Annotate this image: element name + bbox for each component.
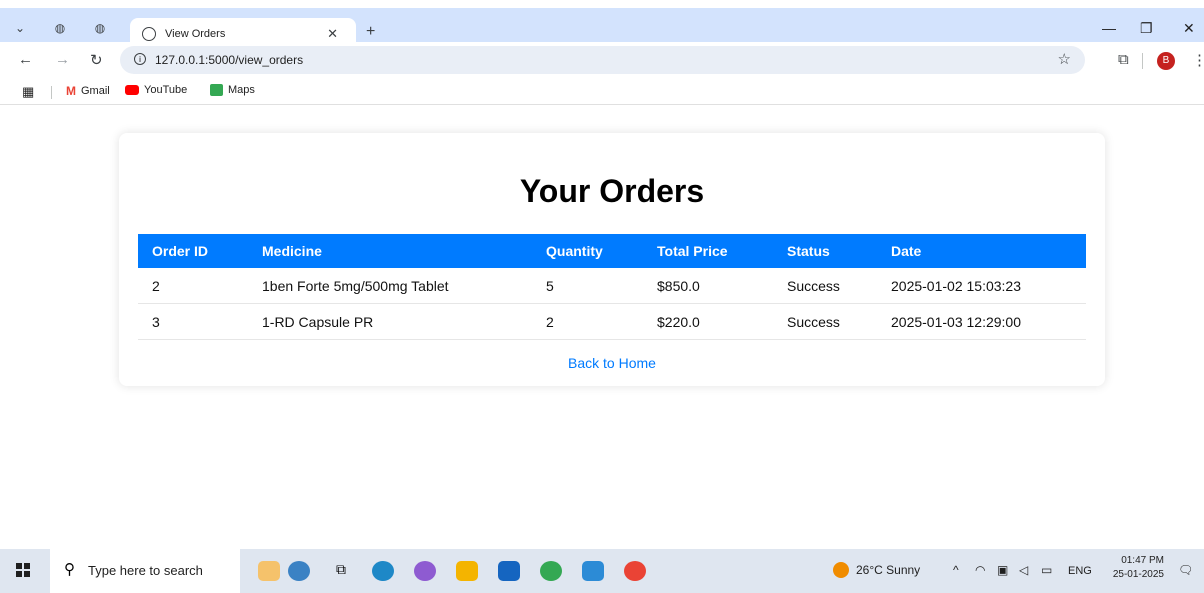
- taskbar-search-box[interactable]: ⚲ Type here to search: [50, 549, 240, 593]
- show-hidden-icons-icon[interactable]: ^: [953, 563, 959, 577]
- minimize-icon[interactable]: —: [1102, 20, 1116, 36]
- bookmark-youtube[interactable]: YouTube: [125, 84, 187, 96]
- weather-text[interactable]: 26°C Sunny: [856, 563, 920, 577]
- medicine-cell: 1ben Forte 5mg/500mg Tablet: [248, 268, 532, 304]
- new-tab-icon[interactable]: +: [366, 23, 375, 41]
- medicine-cell: 1-RD Capsule PR: [248, 303, 532, 340]
- bookmarks-bar: ▦ M Gmail YouTube Maps: [0, 80, 1204, 105]
- maps-icon: [210, 84, 223, 96]
- tab-title: View Orders: [165, 28, 226, 40]
- gmail-icon: M: [66, 84, 76, 98]
- taskbar-clock[interactable]: 01:47 PM 25-01-2025: [1113, 554, 1164, 582]
- file-explorer-widget-icon[interactable]: [258, 561, 280, 581]
- search-icon: ⚲: [64, 561, 75, 578]
- order-id-cell: 3: [138, 303, 248, 340]
- total-price-cell: $850.0: [643, 268, 773, 304]
- toolbar-divider: [1142, 53, 1143, 69]
- forward-arrow-icon[interactable]: →: [55, 51, 70, 68]
- column-header: Medicine: [248, 234, 532, 268]
- chrome-icon[interactable]: [540, 561, 562, 581]
- profile-avatar[interactable]: B: [1157, 52, 1175, 70]
- network-icon[interactable]: ◠: [975, 563, 985, 577]
- page-title: Your Orders: [519, 173, 705, 209]
- url-text[interactable]: 127.0.0.1:5000/view_orders: [155, 53, 303, 67]
- order-id-cell: 2: [138, 268, 248, 304]
- bookmark-divider: [51, 86, 52, 99]
- back-to-home-link-container: Back to Home: [119, 355, 1105, 371]
- volume-icon[interactable]: ◁: [1019, 563, 1028, 577]
- weather-sun-icon[interactable]: [833, 562, 849, 578]
- display-icon[interactable]: ▣: [997, 563, 1008, 577]
- reload-icon[interactable]: ↻: [90, 51, 103, 69]
- language-indicator[interactable]: ENG: [1068, 565, 1092, 577]
- tab-search-icon[interactable]: ⌄: [8, 16, 32, 40]
- search-placeholder: Type here to search: [88, 563, 203, 578]
- quantity-cell: 5: [532, 268, 643, 304]
- column-header: Total Price: [643, 234, 773, 268]
- youtube-icon: [125, 85, 139, 95]
- copilot-icon[interactable]: [414, 561, 436, 581]
- folder-icon[interactable]: [456, 561, 478, 581]
- bookmark-gmail[interactable]: M Gmail: [66, 84, 110, 98]
- total-price-cell: $220.0: [643, 303, 773, 340]
- table-row: 3 1-RD Capsule PR 2 $220.0 Success 2025-…: [138, 303, 1086, 340]
- windows-start-icon[interactable]: [16, 563, 30, 577]
- column-header: Quantity: [532, 234, 643, 268]
- back-to-home-link[interactable]: Back to Home: [568, 355, 656, 371]
- bookmark-label: Gmail: [81, 85, 110, 97]
- orders-card: Your Orders Order ID Medicine Quantity T…: [119, 133, 1105, 386]
- close-icon[interactable]: ✕: [327, 26, 338, 42]
- bookmark-label: Maps: [228, 84, 255, 96]
- column-header: Status: [773, 234, 877, 268]
- date-cell: 2025-01-02 15:03:23: [877, 268, 1086, 304]
- quantity-cell: 2: [532, 303, 643, 340]
- back-arrow-icon[interactable]: ←: [18, 51, 33, 68]
- globe-icon: [142, 27, 156, 41]
- orders-table: Order ID Medicine Quantity Total Price S…: [138, 234, 1086, 340]
- close-window-icon[interactable]: ✕: [1183, 20, 1195, 37]
- clock-date: 25-01-2025: [1112, 569, 1164, 580]
- column-header: Date: [877, 234, 1086, 268]
- globe-icon[interactable]: ◍: [48, 16, 72, 40]
- apps-grid-icon[interactable]: ▦: [22, 84, 34, 100]
- extensions-icon[interactable]: ⧉: [1118, 51, 1129, 68]
- chrome-profile-icon[interactable]: [624, 561, 646, 581]
- restore-icon[interactable]: ❐: [1140, 20, 1153, 37]
- status-cell: Success: [773, 268, 877, 304]
- table-row: 2 1ben Forte 5mg/500mg Tablet 5 $850.0 S…: [138, 268, 1086, 304]
- info-icon[interactable]: i: [134, 53, 146, 65]
- edge-icon[interactable]: [372, 561, 394, 581]
- window-top-strip: [0, 0, 1204, 8]
- browser-titlebar: ⌄ ◍ ◍ View Orders ✕ + — ❐ ✕: [0, 8, 1204, 50]
- date-cell: 2025-01-03 12:29:00: [877, 303, 1086, 340]
- table-header-row: Order ID Medicine Quantity Total Price S…: [138, 234, 1086, 268]
- outlook-icon[interactable]: [498, 561, 520, 581]
- weather-widget-icon[interactable]: [288, 561, 310, 581]
- notifications-icon[interactable]: 🗨: [1178, 563, 1193, 577]
- clock-time: 01:47 PM: [1121, 555, 1164, 566]
- windows-taskbar: ⚲ Type here to search ⧉ 26°C Sunny ^ ◠ ▣…: [0, 549, 1204, 593]
- bookmark-star-icon[interactable]: ☆: [1058, 50, 1071, 68]
- battery-icon[interactable]: ▭: [1041, 563, 1052, 577]
- bookmark-label: YouTube: [144, 84, 188, 96]
- vscode-icon[interactable]: [582, 561, 604, 581]
- column-header: Order ID: [138, 234, 248, 268]
- bookmark-maps[interactable]: Maps: [210, 84, 255, 96]
- globe-icon[interactable]: ◍: [88, 16, 112, 40]
- menu-kebab-icon[interactable]: ⋮: [1192, 51, 1204, 69]
- browser-toolbar: ← → ↻ i 127.0.0.1:5000/view_orders ☆ ⧉ B…: [0, 42, 1204, 80]
- status-cell: Success: [773, 303, 877, 340]
- address-bar[interactable]: i 127.0.0.1:5000/view_orders ☆: [120, 46, 1085, 74]
- task-view-icon[interactable]: ⧉: [330, 561, 352, 581]
